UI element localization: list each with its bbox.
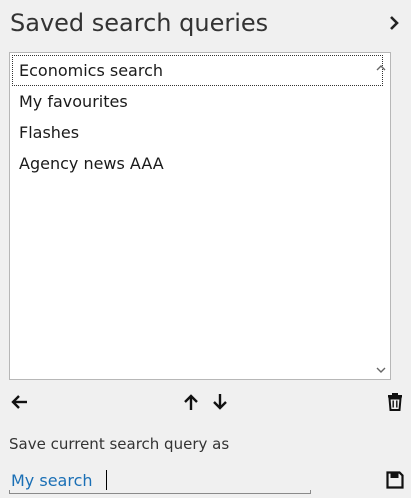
list-toolbar [0, 386, 411, 426]
delete-button[interactable] [381, 388, 409, 416]
save-icon [386, 471, 404, 489]
query-name-input[interactable] [9, 468, 311, 492]
saved-queries-items: Economics search My favourites Flashes A… [10, 55, 392, 179]
list-item-flashes[interactable]: Flashes [10, 117, 392, 148]
list-item-my-favourites[interactable]: My favourites [10, 86, 392, 117]
panel-header: Saved search queries [0, 0, 411, 46]
saved-queries-list[interactable]: Economics search My favourites Flashes A… [9, 52, 391, 380]
input-underline [9, 490, 311, 494]
list-item-label: Flashes [19, 123, 80, 142]
move-up-button[interactable] [177, 388, 205, 416]
list-item-agency-news-aaa[interactable]: Agency news AAA [10, 148, 392, 179]
chevron-down-icon [376, 367, 386, 373]
scroll-up-button[interactable] [372, 59, 390, 77]
arrow-down-icon [213, 394, 227, 410]
save-query-label: Save current search query as [9, 435, 230, 453]
arrow-up-icon [184, 394, 198, 410]
chevron-right-icon [390, 16, 399, 30]
trash-icon [388, 393, 402, 411]
text-caret [106, 470, 107, 490]
list-item-label: Economics search [19, 61, 164, 80]
query-name-field[interactable] [9, 468, 311, 494]
move-down-button[interactable] [206, 388, 234, 416]
save-query-button[interactable] [381, 466, 409, 494]
back-button[interactable] [6, 388, 34, 416]
scroll-down-button[interactable] [372, 361, 390, 379]
list-item-label: Agency news AAA [19, 154, 164, 173]
panel-title: Saved search queries [10, 9, 269, 37]
list-scrollbar[interactable] [372, 53, 390, 379]
list-item-economics-search[interactable]: Economics search [12, 55, 383, 86]
list-item-label: My favourites [19, 92, 128, 111]
arrow-left-icon [11, 395, 27, 409]
expand-panel-button[interactable] [381, 9, 407, 37]
chevron-up-icon [376, 65, 386, 71]
